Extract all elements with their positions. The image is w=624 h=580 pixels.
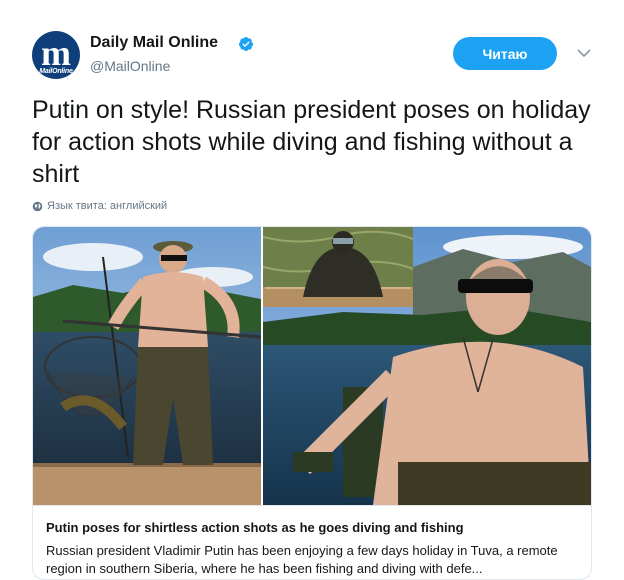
verified-badge-icon	[239, 37, 253, 51]
link-card-description: Russian president Vladimir Putin has bee…	[46, 543, 558, 576]
photo-diving	[263, 227, 413, 307]
tweet-text: Putin on style! Russian president poses …	[32, 96, 591, 188]
follow-button[interactable]: Читаю	[453, 37, 557, 70]
author-name[interactable]: Daily Mail Online	[90, 34, 218, 52]
chevron-down-icon[interactable]	[577, 48, 591, 58]
author-handle[interactable]: @MailOnline	[90, 58, 170, 74]
link-card-title[interactable]: Putin poses for shirtless action shots a…	[46, 520, 464, 535]
link-card-body[interactable]: Putin poses for shirtless action shots a…	[33, 505, 591, 579]
globe-icon	[32, 201, 43, 211]
link-card[interactable]: Putin poses for shirtless action shots a…	[32, 226, 592, 580]
language-note-text: Язык твита: английский	[47, 200, 168, 212]
avatar-logo-letter: m	[41, 33, 71, 73]
photo-fishing	[33, 227, 261, 505]
language-note: Язык твита: английский	[32, 200, 167, 212]
avatar[interactable]: m MailOnline	[32, 31, 80, 79]
avatar-logo-text: MailOnline	[39, 68, 73, 75]
